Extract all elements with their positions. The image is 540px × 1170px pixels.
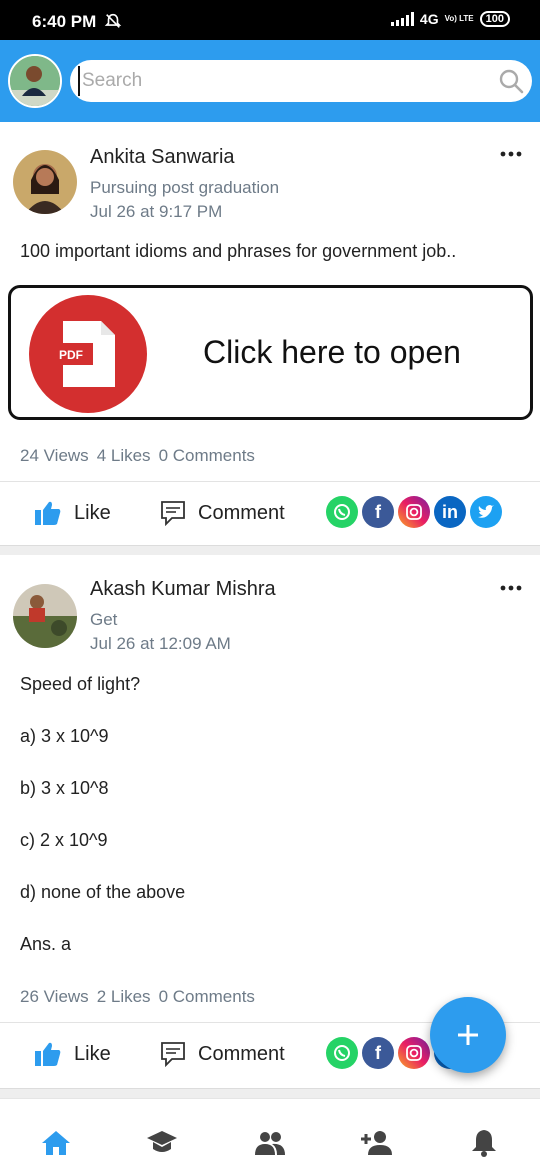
option-d: d) none of the above <box>20 882 186 902</box>
like-button[interactable]: Like <box>34 1023 111 1085</box>
comment-button[interactable]: Comment <box>160 482 285 544</box>
author-name[interactable]: Ankita Sanwaria <box>90 146 235 169</box>
instagram-icon[interactable] <box>398 496 430 528</box>
like-label: Like <box>74 1042 111 1065</box>
question-text: Speed of light? <box>20 674 141 694</box>
notifications-icon[interactable] <box>468 1127 500 1157</box>
signal-icon <box>390 12 414 26</box>
option-c: c) 2 x 10^9 <box>20 830 108 850</box>
pdf-icon: PDF <box>29 295 147 413</box>
likes-count[interactable]: 4 Likes <box>97 446 151 466</box>
comments-count[interactable]: 0 Comments <box>159 446 255 466</box>
network-type: 4G <box>419 11 439 27</box>
share-icons: f in <box>326 496 506 528</box>
facebook-icon[interactable]: f <box>362 496 394 528</box>
courses-icon[interactable] <box>146 1127 178 1157</box>
views-count: 26 Views <box>20 987 89 1006</box>
like-button[interactable]: Like <box>34 482 111 544</box>
more-options-icon[interactable] <box>500 150 522 158</box>
status-time: 6:40 PM <box>32 12 97 31</box>
thumbs-up-icon <box>35 1042 61 1066</box>
views-count: 24 Views <box>20 446 89 465</box>
post-text: 100 important idioms and phrases for gov… <box>20 241 457 261</box>
search-input[interactable] <box>78 66 488 96</box>
like-label: Like <box>74 501 111 524</box>
open-attachment-label[interactable]: Click here to open <box>203 334 461 371</box>
comment-button[interactable]: Comment <box>160 1023 285 1085</box>
comments-count[interactable]: 0 Comments <box>159 987 255 1007</box>
search-icon[interactable] <box>498 68 524 94</box>
battery-indicator: 100 <box>479 11 510 27</box>
post-separator <box>0 545 540 555</box>
facebook-icon[interactable]: f <box>362 1037 394 1069</box>
plus-icon <box>458 1025 478 1045</box>
post-date: Jul 26 at 12:09 AM <box>90 634 231 653</box>
option-a: a) 3 x 10^9 <box>20 726 109 746</box>
author-subtitle: Get <box>90 610 118 629</box>
comment-icon <box>161 1042 185 1067</box>
likes-count[interactable]: 2 Likes <box>97 987 151 1007</box>
post-stats: 26 Views 2 Likes 0 Comments <box>20 987 255 1007</box>
comment-label: Comment <box>198 501 285 524</box>
mute-icon <box>104 13 122 28</box>
bottom-nav <box>0 1098 540 1170</box>
whatsapp-icon[interactable] <box>326 496 358 528</box>
status-bar: 6:40 PM 4G Vo) LTE 100 <box>0 0 540 40</box>
comment-icon <box>161 501 185 526</box>
whatsapp-icon[interactable] <box>326 1037 358 1069</box>
create-post-button[interactable] <box>430 997 506 1073</box>
add-friend-icon[interactable] <box>360 1127 392 1157</box>
author-name[interactable]: Akash Kumar Mishra <box>90 578 276 601</box>
post-stats: 24 Views 4 Likes 0 Comments <box>20 446 255 466</box>
pdf-icon-label: PDF <box>59 348 83 362</box>
app-header <box>0 40 540 122</box>
option-b: b) 3 x 10^8 <box>20 778 109 798</box>
home-icon[interactable] <box>40 1127 72 1157</box>
instagram-icon[interactable] <box>398 1037 430 1069</box>
thumbs-up-icon <box>35 501 61 525</box>
author-avatar[interactable] <box>13 584 77 648</box>
more-options-icon[interactable] <box>500 584 522 592</box>
twitter-icon[interactable] <box>470 496 502 528</box>
carrier-badge: Vo) LTE <box>444 14 474 23</box>
author-subtitle: Pursuing post graduation <box>90 178 280 197</box>
answer-text: Ans. a <box>20 934 72 954</box>
linkedin-icon[interactable]: in <box>434 496 466 528</box>
post-date: Jul 26 at 9:17 PM <box>90 202 223 221</box>
author-avatar[interactable] <box>13 150 77 214</box>
post-actions: Like Comment f in <box>0 482 540 544</box>
pdf-attachment[interactable]: PDF Click here to open <box>8 285 533 420</box>
search-bar[interactable] <box>70 60 532 102</box>
profile-avatar[interactable] <box>8 54 62 108</box>
groups-icon[interactable] <box>254 1127 286 1157</box>
post-separator <box>0 1088 540 1098</box>
comment-label: Comment <box>198 1042 285 1065</box>
